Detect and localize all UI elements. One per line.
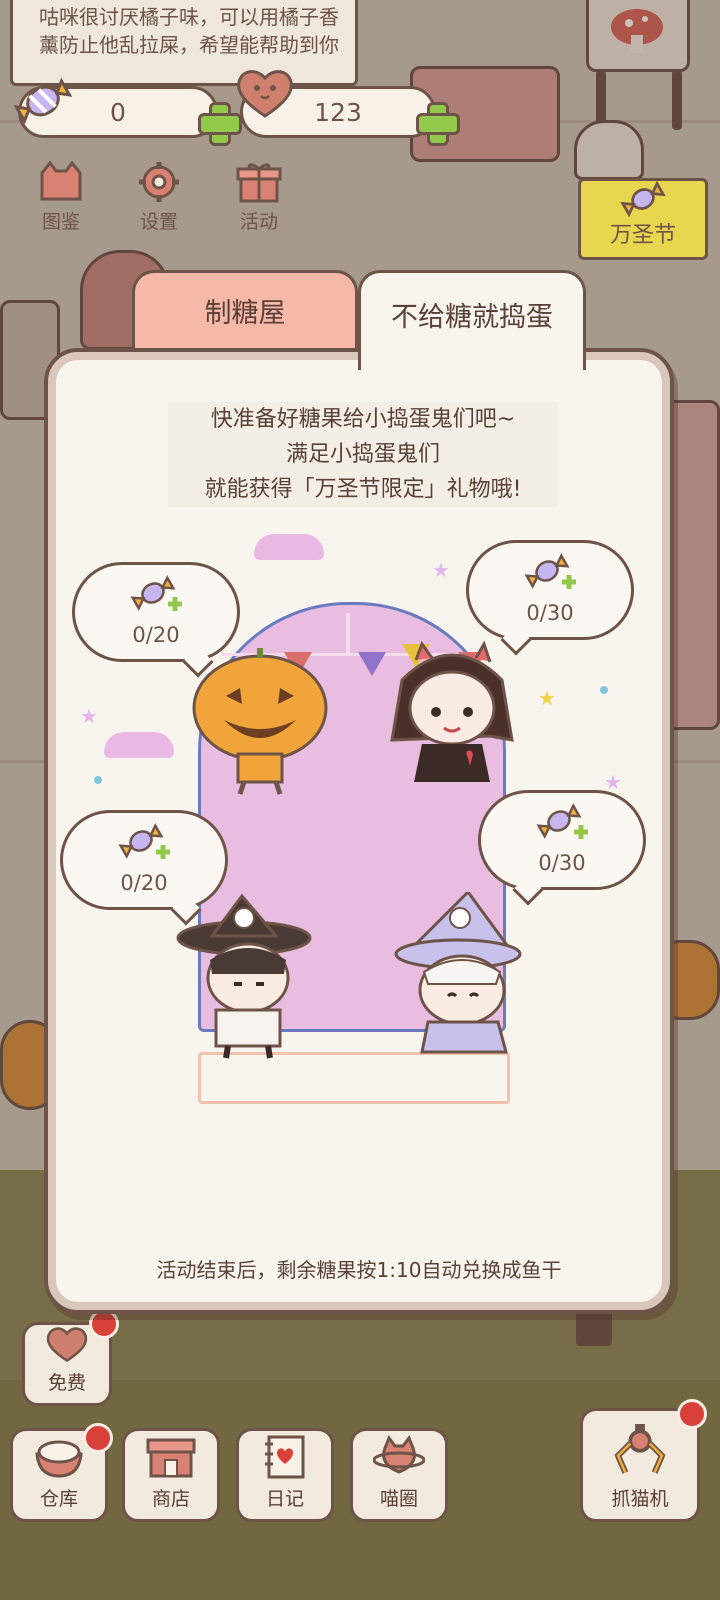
star-decoration: ★ [80,704,98,728]
ghost-hat-character[interactable] [388,892,538,1062]
heart-count: 123 [314,97,362,127]
intro-line-2: 满足小捣蛋鬼们 [285,442,440,467]
warehouse-button[interactable]: 仓库 [10,1423,113,1522]
cat-book-icon [40,161,82,201]
sparkle-dot [94,776,102,784]
events-label: 活动 [239,211,278,233]
devil-girl-character[interactable] [372,640,532,800]
tab-trick-or-treat-label: 不给糖就捣蛋 [391,302,553,333]
witch-boy-candy-bubble[interactable]: 0/20 [60,810,228,926]
shop-button[interactable]: 商店 [122,1428,220,1522]
intro-line-1: 快准备好糖果给小捣蛋鬼们吧~ [210,407,516,432]
cat-circle-label: 喵圈 [379,1488,418,1510]
shop-icon [146,1438,196,1478]
star-decoration: ★ [538,686,556,710]
tab-candy-house-label: 制糖屋 [204,298,286,329]
witch-boy-progress: 0/20 [120,871,168,895]
catalog-button[interactable]: 图鉴 [18,152,104,234]
diary-label: 日记 [265,1488,304,1510]
hint-note-text: 咕咪很讨厌橘子味，可以用橘子香薰防止他乱拉屎，希望能帮助到你 [39,5,339,57]
shop-label: 商店 [151,1488,190,1510]
claw-machine-button[interactable]: 抓猫机 [580,1399,707,1522]
catalog-label: 图鉴 [41,211,80,233]
candy-icon [620,181,666,217]
add-candy-button[interactable] [196,100,242,146]
pumpkin-candy-bubble[interactable]: 0/20 [72,562,240,678]
bat-decoration [104,732,174,758]
free-label: 免费 [47,1372,86,1394]
witch-boy-character[interactable] [172,892,322,1062]
halloween-sign-label: 万圣节 [609,223,676,248]
sparkle-dot [600,686,608,694]
events-button[interactable]: 活动 [216,152,302,234]
candy-plus-icon [536,803,588,839]
gate-detail [346,613,350,653]
gear-icon [139,162,179,202]
settings-label: 设置 [139,211,178,233]
candy-plus-icon [118,823,170,859]
devil-girl-candy-bubble[interactable]: 0/30 [466,540,634,656]
intro-text: 快准备好糖果给小捣蛋鬼们吧~ 满足小捣蛋鬼们 就能获得「万圣节限定」礼物哦! [168,402,558,507]
candy-count: 0 [110,97,126,127]
devil-girl-progress: 0/30 [526,601,574,625]
warehouse-label: 仓库 [39,1488,78,1510]
rice-bowl-icon [35,1440,83,1478]
ghost-hat-progress: 0/30 [538,851,586,875]
exchange-note: 活动结束后，剩余糖果按1:10自动兑换成鱼干 [156,1258,562,1282]
tab-trick-or-treat[interactable]: 不给糖就捣蛋 [358,270,586,370]
intro-line-3: 就能获得「万圣节限定」礼物哦! [204,477,522,502]
pumpkin-progress: 0/20 [132,623,180,647]
star-decoration: ★ [432,558,450,582]
heart-icon [46,1327,88,1363]
bat-decoration [254,534,324,560]
cat-circle-button[interactable]: 喵圈 [350,1428,448,1522]
halloween-event-sign[interactable]: 万圣节 [578,178,708,260]
heart-icon [237,70,293,118]
notification-badge [677,1399,707,1429]
gift-icon [236,163,282,203]
claw-icon [614,1424,666,1474]
add-heart-button[interactable] [414,100,460,146]
candy-plus-icon [524,553,576,589]
diary-button[interactable]: 日记 [236,1428,334,1522]
candy-plus-icon [130,575,182,611]
event-dialog: 快准备好糖果给小捣蛋鬼们吧~ 满足小捣蛋鬼们 就能获得「万圣节限定」礼物哦! ★… [44,348,674,1314]
candy-icon [14,77,72,125]
ghost-hat-candy-bubble[interactable]: 0/30 [478,790,646,906]
diary-icon [265,1435,305,1479]
notification-badge [83,1423,113,1453]
cat-planet-icon [373,1434,425,1474]
free-button[interactable]: 免费 [22,1309,119,1406]
claw-machine-label: 抓猫机 [611,1488,669,1510]
settings-button[interactable]: 设置 [116,152,202,234]
pumpkin-character[interactable] [188,648,338,798]
